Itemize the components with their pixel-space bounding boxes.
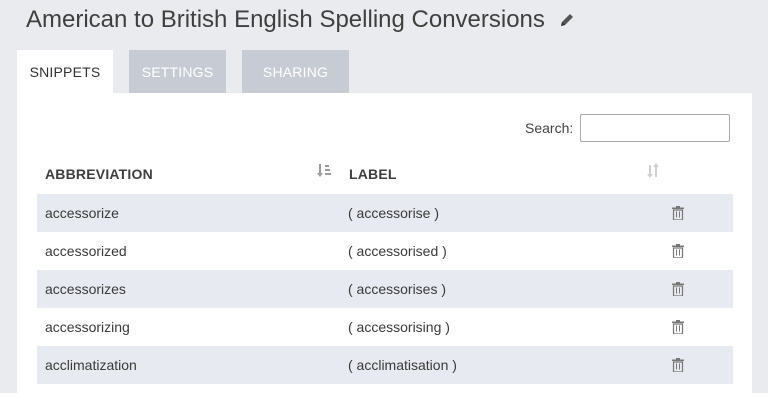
trash-icon[interactable]: [672, 206, 684, 220]
abbreviation-cell: accessorized: [45, 243, 127, 259]
search-input[interactable]: [580, 114, 730, 142]
table-row[interactable]: accessorizes ( accessorises ): [37, 270, 733, 308]
table-row[interactable]: accessorize ( accessorise ): [37, 194, 733, 232]
pencil-icon[interactable]: [559, 12, 575, 28]
label-cell: ( accessorised ): [348, 243, 447, 259]
trash-icon[interactable]: [672, 244, 684, 258]
tab-settings[interactable]: SETTINGS: [129, 50, 226, 94]
abbreviation-cell: acclimatization: [45, 357, 137, 373]
trash-icon[interactable]: [672, 282, 684, 296]
page-title-text: American to British English Spelling Con…: [26, 6, 545, 33]
trash-icon[interactable]: [672, 358, 684, 372]
sort-ascending-icon[interactable]: [317, 163, 331, 179]
tab-bar: SNIPPETS SETTINGS SHARING: [17, 50, 365, 94]
tab-sharing[interactable]: SHARING: [242, 50, 349, 94]
page-title: American to British English Spelling Con…: [26, 6, 575, 34]
label-cell: ( accessorises ): [348, 281, 447, 297]
table-row[interactable]: accessorizing ( accessorising ): [37, 308, 733, 346]
column-header-label[interactable]: LABEL: [349, 166, 397, 182]
table-row[interactable]: acclimatization ( acclimatisation ): [37, 346, 733, 384]
abbreviation-cell: accessorize: [45, 205, 119, 221]
label-cell: ( acclimatisation ): [348, 357, 457, 373]
abbreviation-cell: accessorizing: [45, 319, 130, 335]
label-cell: ( accessorising ): [348, 319, 450, 335]
snippets-panel: Search: ABBREVIATION LABEL accessorize (…: [17, 93, 752, 393]
column-header-abbreviation[interactable]: ABBREVIATION: [45, 166, 153, 182]
label-cell: ( accessorise ): [348, 205, 440, 221]
trash-icon[interactable]: [672, 320, 684, 334]
table-row[interactable]: accessorized ( accessorised ): [37, 232, 733, 270]
search-label: Search:: [525, 120, 574, 136]
sort-both-icon[interactable]: [647, 163, 659, 179]
abbreviation-cell: accessorizes: [45, 281, 126, 297]
tab-snippets[interactable]: SNIPPETS: [17, 50, 113, 94]
